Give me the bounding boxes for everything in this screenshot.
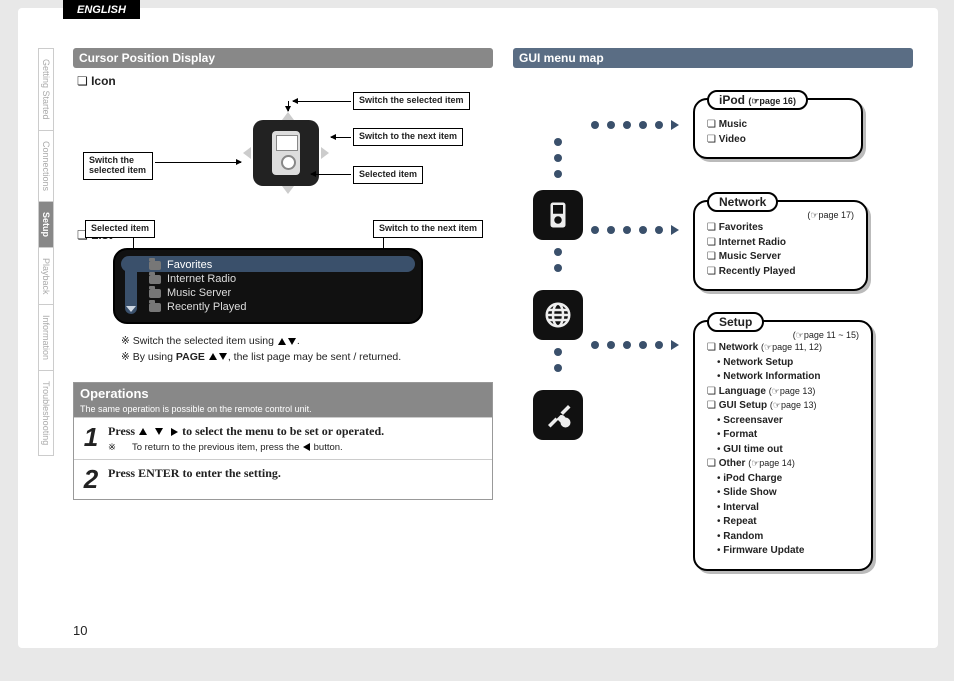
list-item: Favorites [149,258,411,272]
setup-card: Setup (☞page 11 ~ 15) Network (☞page 11,… [693,320,873,571]
triangle-left-icon [303,443,310,451]
connector-dots [554,138,562,178]
cursor-heading: Cursor Position Display [73,48,493,68]
callout-arrow [288,101,289,111]
step-number: 1 [74,418,108,459]
triangle-down-icon [219,353,227,360]
menu-item: Music [707,118,849,133]
callout-arrow [293,101,351,102]
menu-item: GUI Setup (☞page 13) [707,399,859,414]
list-item: Internet Radio [149,272,411,286]
operations-heading: Operations [74,383,492,404]
menu-item: Internet Radio [707,236,854,251]
menu-item: Language (☞page 13) [707,385,859,400]
arrowhead-icon [671,340,679,350]
menu-item: Music Server [707,250,854,265]
list-item: Music Server [149,286,411,300]
manual-page: ENGLISH Getting Started Connections Setu… [18,8,938,648]
triangle-up-icon [209,353,217,360]
page-number: 10 [73,623,87,638]
sidenav-information[interactable]: Information [38,304,54,370]
menu-subitem: Interval [707,501,859,516]
callout-arrow [311,174,351,175]
tag-switch-selected-top: Switch the selected item [353,92,470,110]
card-title: iPod [719,93,745,107]
step-number: 2 [74,460,108,499]
icon-diagram: Switch the selected item Switch the sele… [83,92,483,222]
folder-icon [149,261,161,270]
menu-item: Favorites [707,221,854,236]
tag-switch-next: Switch to the next item [353,128,463,146]
sidenav-troubleshooting[interactable]: Troubleshooting [38,370,54,456]
operations-subheading: The same operation is possible on the re… [74,404,492,417]
list-tag-next: Switch to the next item [373,220,483,238]
step-1: 1 Press to select the menu to be set or … [74,417,492,459]
menu-item: Video [707,133,849,148]
right-column: GUI menu map iPod (☞page 16) [513,48,913,600]
triangle-down-icon [155,428,163,435]
menu-item: Network (☞page 11, 12) [707,341,859,356]
globe-icon [533,290,583,340]
folder-icon [149,303,161,312]
card-title: Setup [719,315,752,329]
icon-subheading: Icon [77,74,493,88]
menu-subitem: Slide Show [707,486,859,501]
connector-dots [591,120,679,130]
list-diagram: Selected item Switch to the next item Fa… [73,248,493,324]
ipod-card: iPod (☞page 16) Music Video [693,98,863,159]
menu-map-diagram: iPod (☞page 16) Music Video Network (☞pa… [513,80,913,600]
connector-dots [554,348,562,372]
arrowhead-icon [671,225,679,235]
left-column: Cursor Position Display Icon Switch the … [73,48,493,500]
side-navigation: Getting Started Connections Setup Playba… [38,48,54,498]
arrowhead-icon [671,120,679,130]
sidenav-setup[interactable]: Setup [38,201,54,247]
tools-icon [533,390,583,440]
list-item: Recently Played [149,300,411,314]
callout-arrow [331,137,351,138]
connector-dots [554,248,562,272]
tag-selected-item: Selected item [353,166,423,184]
triangle-up-icon [278,338,286,345]
arrow-right-icon [321,147,329,159]
ipod-glyph-icon [272,131,300,175]
triangle-down-icon [288,338,296,345]
step-2: 2 Press ENTER to enter the setting. [74,459,492,499]
menu-subitem: GUI time out [707,443,859,458]
card-title: Network [719,195,766,209]
folder-icon [149,275,161,284]
list-tag-selected: Selected item [85,220,155,238]
menu-subitem: Repeat [707,515,859,530]
list-panel: Favorites Internet Radio Music Server Re… [113,248,423,324]
tag-switch-selected-left: Switch the selected item [83,152,153,180]
menu-item: Other (☞page 14) [707,457,859,472]
menu-subitem: Format [707,428,859,443]
triangle-up-icon [139,428,147,435]
triangle-right-icon [171,428,178,436]
menu-subitem: Network Setup [707,356,859,371]
network-card: Network (☞page 17) Favorites Internet Ra… [693,200,868,291]
menu-subitem: Firmware Update [707,544,859,559]
arrow-left-icon [243,147,251,159]
menu-subitem: iPod Charge [707,472,859,487]
sidenav-playback[interactable]: Playback [38,247,54,305]
connector-dots [591,225,679,235]
arrow-up-icon [282,112,294,120]
sidenav-getting-started[interactable]: Getting Started [38,48,54,130]
menu-subitem: Screensaver [707,414,859,429]
ipod-icon [533,190,583,240]
list-notes: Switch the selected item using . By usin… [121,334,493,366]
sidenav-connections[interactable]: Connections [38,130,54,201]
connector-dots [591,340,679,350]
folder-icon [149,289,161,298]
arrow-down-icon [282,186,294,194]
callout-arrow [155,162,241,163]
language-tab: ENGLISH [63,0,140,19]
operations-box: Operations The same operation is possibl… [73,382,493,500]
gui-map-heading: GUI menu map [513,48,913,68]
menu-subitem: Random [707,530,859,545]
menu-item: Recently Played [707,265,854,280]
menu-subitem: Network Information [707,370,859,385]
